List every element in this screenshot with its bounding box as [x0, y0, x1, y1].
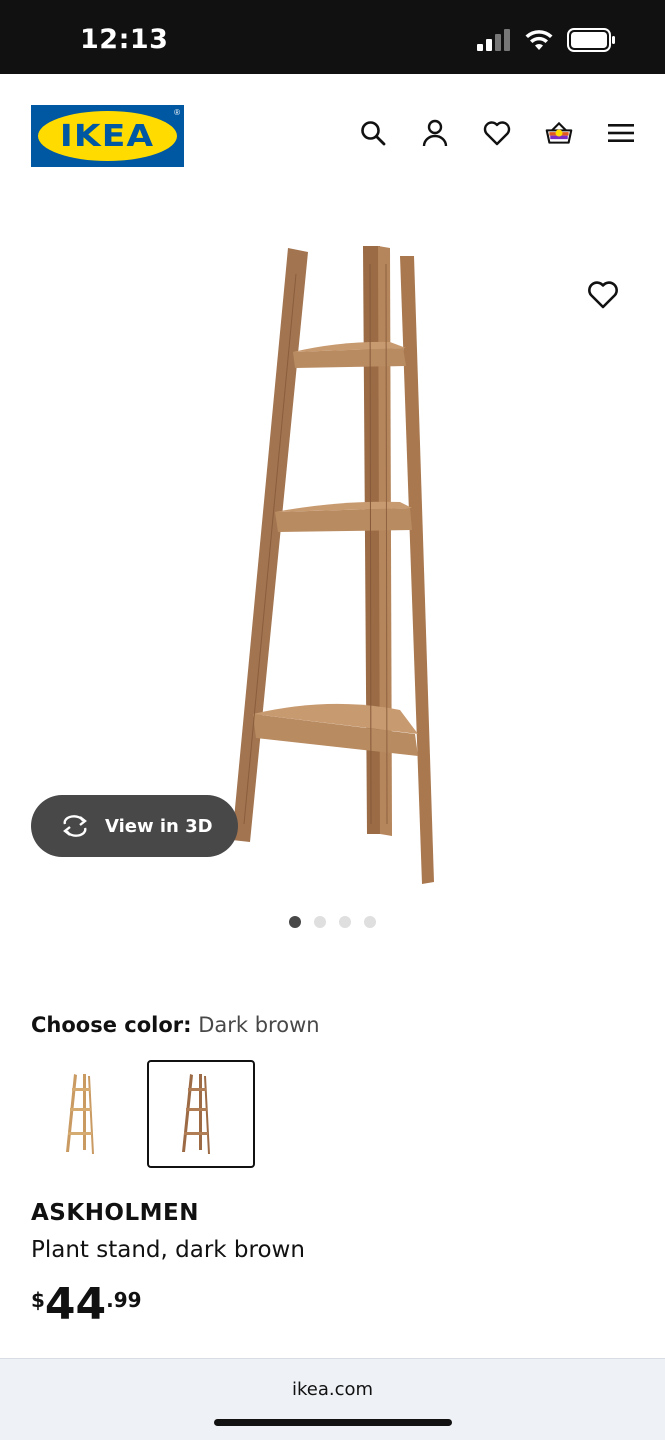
product-image [232, 246, 434, 884]
cart-icon[interactable] [545, 119, 573, 147]
pagination-dot[interactable] [289, 916, 301, 928]
battery-icon [567, 28, 615, 52]
add-to-favorites-button[interactable] [587, 280, 619, 312]
product-gallery[interactable]: View in 3D [0, 194, 665, 954]
product-description: Plant stand, dark brown [31, 1237, 305, 1263]
dark-brown-swatch[interactable] [147, 1060, 255, 1168]
status-bar: 12:13 [0, 0, 665, 74]
menu-icon[interactable] [607, 119, 635, 147]
home-indicator[interactable] [214, 1419, 452, 1426]
url-text[interactable]: ikea.com [0, 1379, 665, 1400]
price-decimal: .99 [106, 1288, 142, 1312]
browser-address-bar[interactable]: ikea.com [0, 1358, 665, 1440]
pagination-dot[interactable] [314, 916, 326, 928]
color-chooser-label: Choose color: Dark brown [31, 1013, 320, 1037]
image-pagination [289, 916, 376, 928]
wifi-icon [525, 30, 553, 50]
search-icon[interactable] [359, 119, 387, 147]
color-swatches [31, 1060, 255, 1168]
rotate-icon [63, 815, 87, 837]
view-in-3d-label: View in 3D [105, 815, 213, 837]
choose-color-label: Choose color: [31, 1013, 192, 1037]
pagination-dot[interactable] [339, 916, 351, 928]
pagination-dot[interactable] [364, 916, 376, 928]
price-currency: $ [31, 1288, 45, 1312]
product-price: $ 44 .99 [31, 1282, 142, 1328]
site-header: IKEA ® [0, 74, 665, 194]
ikea-logo[interactable]: IKEA ® [31, 105, 184, 167]
product-name: ASKHOLMEN [31, 1200, 199, 1226]
status-time: 12:13 [80, 24, 169, 55]
status-icons [477, 28, 615, 52]
view-in-3d-button[interactable]: View in 3D [31, 795, 238, 857]
header-nav [359, 119, 635, 147]
favorites-icon[interactable] [483, 119, 511, 147]
price-integer: 44 [44, 1279, 107, 1330]
selected-color-value: Dark brown [198, 1013, 320, 1037]
account-icon[interactable] [421, 119, 449, 147]
signal-icon [477, 29, 510, 51]
light-wood-swatch[interactable] [31, 1060, 139, 1168]
